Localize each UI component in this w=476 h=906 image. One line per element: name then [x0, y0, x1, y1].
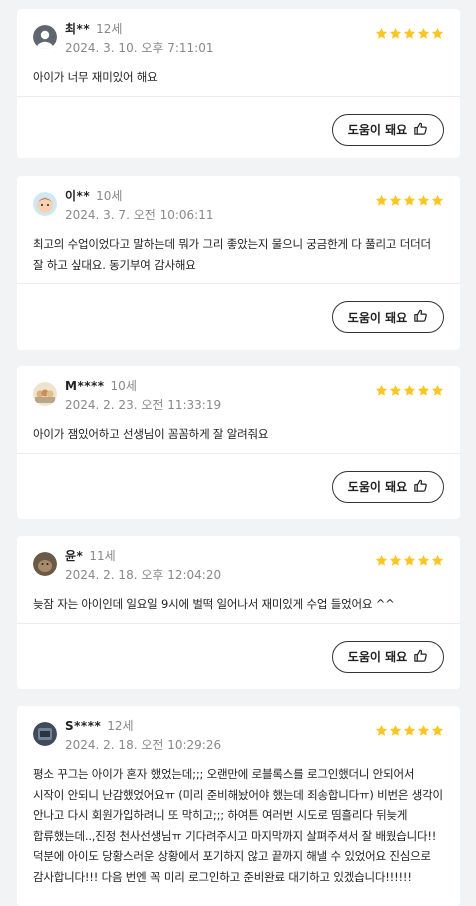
- reviewer-name: 이**: [65, 189, 91, 203]
- review-text: 아이가 잼있어하고 선생님이 꼼꼼하게 잘 알려줘요: [33, 427, 269, 441]
- star-icon: [389, 554, 402, 566]
- star-icon: [431, 724, 444, 736]
- star-rating: [375, 384, 444, 397]
- review-date: 2024. 2. 18. 오후 12:04:20: [65, 568, 222, 582]
- review-text: 늦잠 자는 아이인데 일요일 9시에 벌떡 일어나서 재미있게 수업 들었어요 …: [33, 597, 395, 611]
- reviewer-name: M****: [65, 379, 105, 393]
- star-rating: [375, 194, 444, 207]
- star-rating: [375, 27, 444, 40]
- helpful-button[interactable]: 도움이 돼요: [332, 640, 444, 673]
- review-card: S**** 12세 2024. 2. 18. 오전 10:29:26 평소 꾸그는…: [17, 706, 460, 906]
- reviewer-name: 최**: [65, 22, 91, 36]
- reviewer-age: 12세: [107, 719, 134, 733]
- thumbs-up-icon: [413, 308, 428, 326]
- reviewer-name: 윤*: [65, 549, 84, 563]
- reviewer-age: 10세: [110, 379, 137, 393]
- review-date: 2024. 3. 7. 오전 10:06:11: [65, 208, 214, 222]
- review-date: 2024. 2. 18. 오전 10:29:26: [65, 738, 222, 752]
- group-photo-avatar: [33, 382, 57, 406]
- helpful-button-label: 도움이 돼요: [347, 310, 408, 325]
- star-icon: [403, 384, 416, 396]
- star-rating: [375, 724, 444, 737]
- review-text: 최고의 수업이었다고 말하는데 뭐가 그리 좋았는지 물으니 궁금한게 다 풀리…: [33, 237, 431, 272]
- thumbs-up-icon: [413, 648, 428, 666]
- helpful-button[interactable]: 도움이 돼요: [332, 301, 444, 333]
- default-avatar-icon: [33, 25, 57, 49]
- helpful-button[interactable]: 도움이 돼요: [332, 470, 444, 503]
- star-icon: [417, 384, 430, 396]
- review-card: 최** 12세 2024. 3. 10. 오후 7:11:01 아이가 너무 재미…: [17, 9, 460, 158]
- star-icon: [375, 384, 388, 396]
- star-icon: [403, 724, 416, 736]
- helpful-button-label: 도움이 돼요: [347, 123, 408, 137]
- thumbs-up-icon: [413, 121, 428, 139]
- helpful-button-label: 도움이 돼요: [347, 650, 408, 664]
- star-icon: [417, 27, 430, 39]
- star-icon: [403, 554, 416, 566]
- star-icon: [375, 27, 388, 39]
- star-icon: [417, 554, 430, 566]
- child-photo-avatar: [33, 192, 57, 216]
- star-icon: [403, 194, 416, 206]
- star-rating: [375, 554, 444, 567]
- star-icon: [389, 724, 402, 736]
- review-card: M**** 10세 2024. 2. 23. 오전 11:33:19 아이가 잼있…: [17, 366, 460, 519]
- reviewer-age: 10세: [96, 189, 123, 203]
- pet-photo-avatar: [33, 552, 57, 576]
- star-icon: [431, 27, 444, 39]
- reviewer-age: 12세: [96, 22, 123, 36]
- helpful-button[interactable]: 도움이 돼요: [332, 113, 444, 146]
- star-icon: [431, 384, 444, 396]
- star-icon: [431, 194, 444, 206]
- review-date: 2024. 2. 23. 오전 11:33:19: [65, 398, 222, 412]
- thumbs-up-icon: [413, 478, 428, 496]
- star-icon: [389, 27, 402, 39]
- review-card: 윤* 11세 2024. 2. 18. 오후 12:04:20 늦잠 자는 아이인…: [17, 536, 460, 689]
- star-icon: [431, 554, 444, 566]
- review-card: 이** 10세 2024. 3. 7. 오전 10:06:11 최고의 수업이었다…: [17, 176, 460, 350]
- star-icon: [389, 194, 402, 206]
- review-date: 2024. 3. 10. 오후 7:11:01: [65, 41, 214, 55]
- reviewer-name: S****: [65, 719, 102, 733]
- star-icon: [417, 724, 430, 736]
- reviewer-age: 11세: [89, 549, 116, 563]
- dark-photo-avatar: [33, 722, 57, 746]
- star-icon: [375, 194, 388, 206]
- star-icon: [403, 27, 416, 39]
- star-icon: [417, 194, 430, 206]
- star-icon: [375, 554, 388, 566]
- star-icon: [389, 384, 402, 396]
- star-icon: [375, 724, 388, 736]
- review-text: 평소 꾸그는 아이가 혼자 했었는데;;; 오랜만에 로블록스를 로그인했더니 …: [33, 767, 443, 884]
- review-text: 아이가 너무 재미있어 해요: [33, 70, 158, 84]
- helpful-button-label: 도움이 돼요: [347, 480, 408, 494]
